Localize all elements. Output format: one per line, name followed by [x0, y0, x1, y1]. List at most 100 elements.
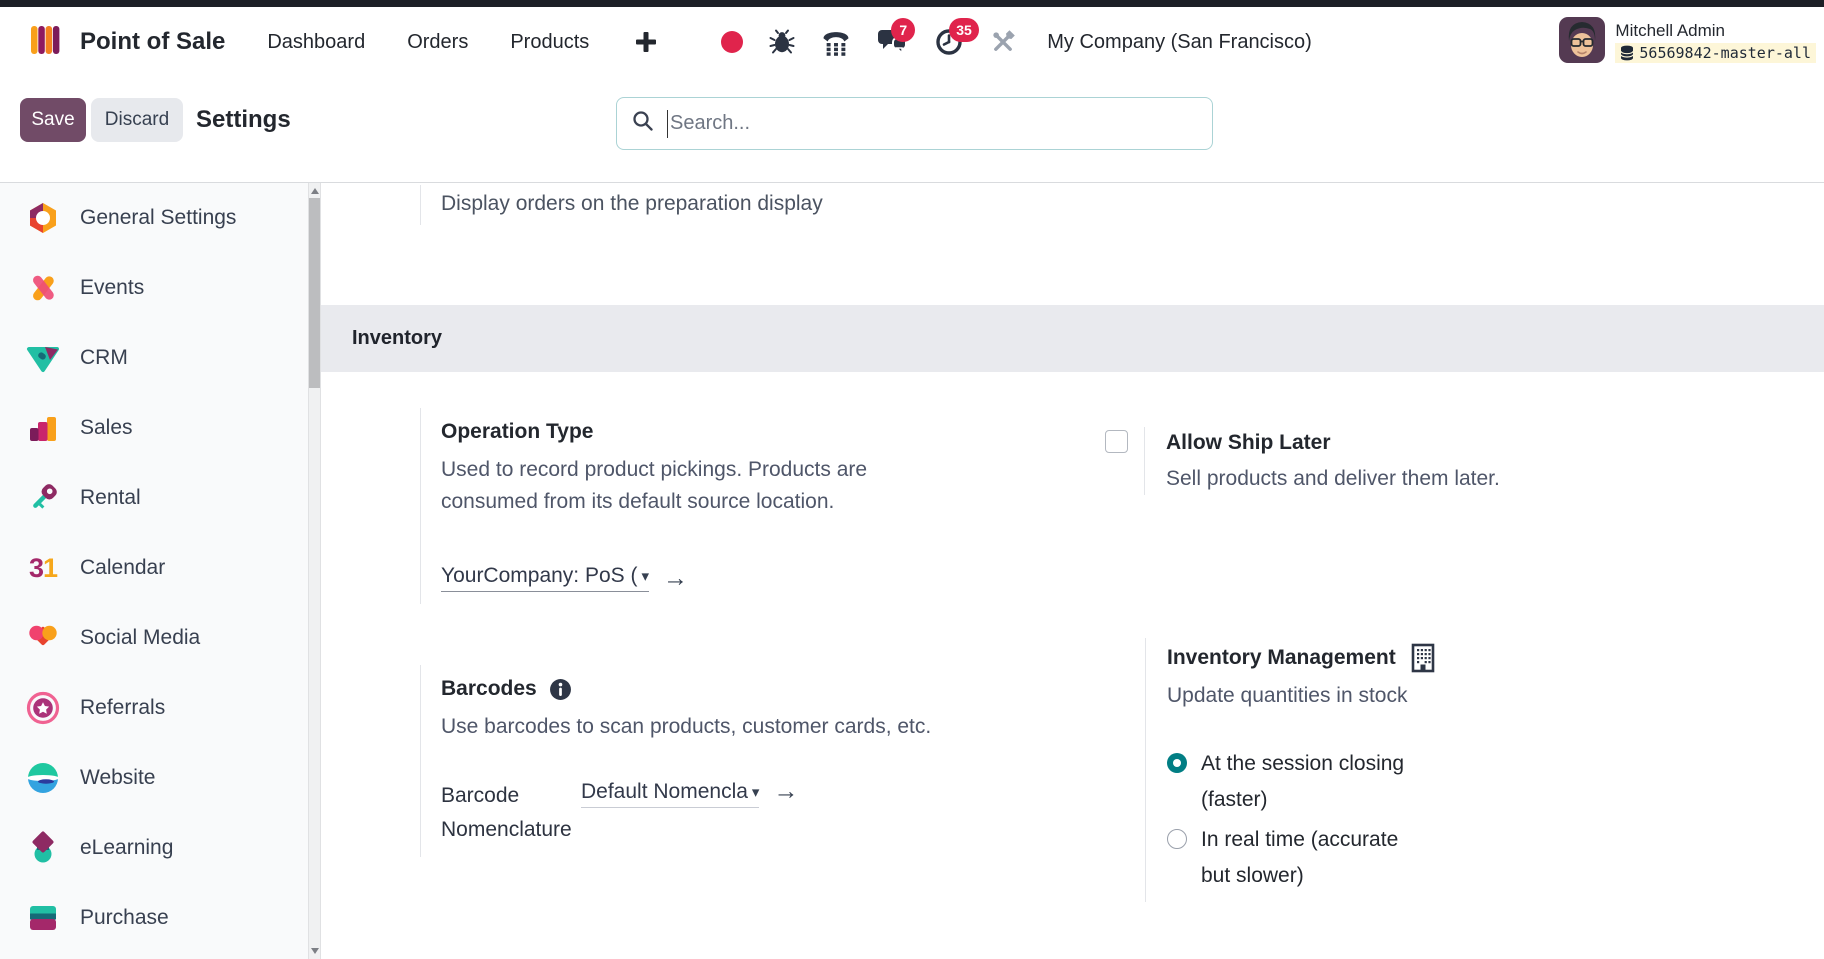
- radio-selected-icon[interactable]: [1167, 753, 1187, 773]
- sidebar-item-rental[interactable]: Rental: [0, 463, 308, 533]
- save-button[interactable]: Save: [20, 98, 86, 142]
- search-icon: [631, 109, 655, 138]
- operation-type-setting: Operation Type Used to record product pi…: [420, 408, 900, 604]
- inventory-section-header: Inventory: [321, 305, 1824, 372]
- systray: 7 35: [721, 28, 1017, 56]
- setting-description: Used to record product pickings. Product…: [441, 454, 886, 518]
- sidebar-item-label: Events: [80, 276, 144, 300]
- dropdown-caret-icon: ▾: [642, 567, 650, 585]
- database-name: 56569842-master-all: [1639, 44, 1811, 62]
- activity-badge: 35: [949, 18, 979, 42]
- tools-icon[interactable]: [989, 28, 1017, 56]
- allow-ship-later-setting: Allow Ship Later Sell products and deliv…: [1105, 427, 1500, 495]
- crm-app-icon: [25, 340, 61, 376]
- window-top-strip: [0, 0, 1824, 7]
- database-badge: 56569842-master-all: [1615, 43, 1816, 63]
- menu-products[interactable]: Products: [510, 31, 589, 54]
- setting-title: Inventory Management: [1167, 642, 1396, 674]
- user-name: Mitchell Admin: [1615, 21, 1816, 41]
- section-title: Inventory: [352, 327, 442, 350]
- allow-ship-later-checkbox[interactable]: [1105, 430, 1128, 453]
- sidebar-item-label: Calendar: [80, 556, 165, 580]
- building-icon: [1410, 643, 1436, 673]
- sidebar-item-sales[interactable]: Sales: [0, 393, 308, 463]
- sidebar-item-label: CRM: [80, 346, 128, 370]
- sidebar-item-label: General Settings: [80, 206, 236, 230]
- events-app-icon: [25, 270, 61, 306]
- general-settings-app-icon: [25, 200, 61, 236]
- clock-icon[interactable]: 35: [935, 28, 963, 56]
- sidebar-item-label: Sales: [80, 416, 133, 440]
- radio-option-session-closing[interactable]: At the session closing (faster): [1167, 746, 1575, 818]
- dropdown-caret-icon: ▾: [752, 783, 760, 801]
- settings-content: Display orders on the preparation displa…: [321, 183, 1824, 959]
- rental-app-icon: [25, 480, 61, 516]
- setting-title: Allow Ship Later: [1166, 427, 1500, 459]
- user-menu[interactable]: Mitchell Admin 56569842-master-all: [1559, 17, 1816, 68]
- sidebar-item-elearning[interactable]: eLearning: [0, 813, 308, 883]
- referrals-app-icon: [25, 690, 61, 726]
- setting-title: Operation Type: [441, 416, 900, 448]
- radio-unselected-icon[interactable]: [1167, 829, 1187, 849]
- sidebar-item-label: eLearning: [80, 836, 173, 860]
- scrollbar-down-arrow-icon[interactable]: [311, 948, 319, 954]
- sidebar-item-website[interactable]: Website: [0, 743, 308, 813]
- scrollbar-up-arrow-icon[interactable]: [311, 188, 319, 194]
- sidebar-item-events[interactable]: Events: [0, 253, 308, 323]
- preparation-display-setting: Display orders on the preparation displa…: [420, 185, 823, 225]
- chat-badge: 7: [891, 18, 915, 42]
- inventory-update-options: At the session closing (faster) In real …: [1167, 746, 1575, 894]
- app-name[interactable]: Point of Sale: [80, 28, 225, 56]
- social-media-app-icon: [25, 620, 61, 656]
- setting-description: Use barcodes to scan products, customer …: [441, 711, 1020, 743]
- page-title: Settings: [196, 98, 291, 142]
- sidebar-item-general-settings[interactable]: General Settings: [0, 183, 308, 253]
- setting-description: Update quantities in stock: [1167, 680, 1575, 712]
- scrollbar-thumb[interactable]: [309, 198, 320, 388]
- info-icon[interactable]: [549, 678, 572, 701]
- control-panel: Save Discard Settings: [0, 77, 1824, 183]
- chat-icon[interactable]: 7: [877, 28, 909, 56]
- company-switcher[interactable]: My Company (San Francisco): [1047, 31, 1312, 54]
- phone-icon[interactable]: [821, 29, 851, 56]
- sidebar-item-label: Website: [80, 766, 155, 790]
- sidebar-item-label: Referrals: [80, 696, 165, 720]
- barcode-nomenclature-label: Barcode Nomenclature: [441, 779, 581, 847]
- sidebar-item-label: Social Media: [80, 626, 200, 650]
- bug-icon[interactable]: [769, 29, 795, 55]
- setting-description: Sell products and deliver them later.: [1166, 463, 1500, 495]
- menu-dashboard[interactable]: Dashboard: [267, 31, 365, 54]
- plus-icon[interactable]: [635, 31, 657, 53]
- purchase-app-icon: [25, 900, 61, 936]
- settings-apps-sidebar: General Settings Events CRM: [0, 183, 308, 959]
- sidebar-item-calendar[interactable]: 31 Calendar: [0, 533, 308, 603]
- sidebar-scrollbar[interactable]: [308, 183, 321, 959]
- inventory-management-setting: Inventory Management Update quant: [1145, 638, 1575, 902]
- menu-orders[interactable]: Orders: [407, 31, 468, 54]
- sidebar-item-label: Purchase: [80, 906, 169, 930]
- radio-option-real-time[interactable]: In real time (accurate but slower): [1167, 822, 1575, 894]
- sidebar-item-purchase[interactable]: Purchase: [0, 883, 308, 953]
- elearning-app-icon: [25, 830, 61, 866]
- text-cursor: [667, 110, 668, 138]
- sidebar-item-crm[interactable]: CRM: [0, 323, 308, 393]
- internal-link-arrow-icon[interactable]: →: [663, 567, 688, 589]
- record-dot-icon[interactable]: [721, 31, 743, 53]
- barcodes-setting: Barcodes Use barcodes to scan products, …: [420, 665, 1020, 857]
- sidebar-item-label: Rental: [80, 486, 141, 510]
- sidebar-item-social-media[interactable]: Social Media: [0, 603, 308, 673]
- database-icon: [1620, 45, 1634, 61]
- setting-title: Barcodes: [441, 673, 537, 705]
- search-box[interactable]: [616, 97, 1213, 150]
- radio-label: At the session closing (faster): [1201, 746, 1426, 818]
- discard-button[interactable]: Discard: [91, 98, 183, 142]
- sidebar-item-referrals[interactable]: Referrals: [0, 673, 308, 743]
- internal-link-arrow-icon[interactable]: →: [773, 780, 798, 802]
- radio-label: In real time (accurate but slower): [1201, 822, 1426, 894]
- main-navbar: Point of Sale Dashboard Orders Products: [0, 7, 1824, 77]
- operation-type-dropdown[interactable]: YourCompany: PoS ( ▾: [441, 564, 649, 592]
- barcode-nomenclature-dropdown[interactable]: Default Nomencla ▾: [581, 780, 759, 808]
- search-input[interactable]: [670, 112, 1198, 135]
- pos-app-logo-icon[interactable]: [30, 24, 60, 61]
- calendar-app-icon: 31: [25, 550, 61, 586]
